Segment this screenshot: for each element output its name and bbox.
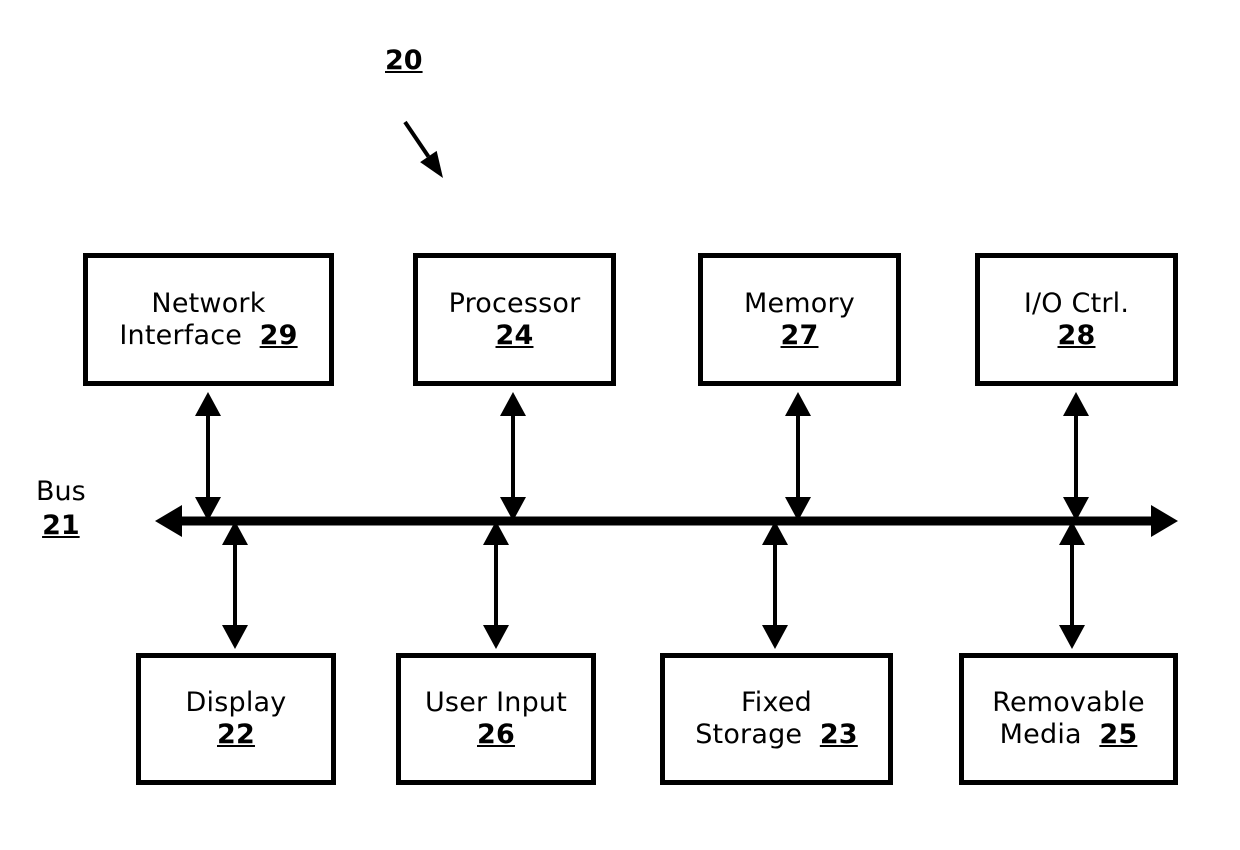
block-ref-display: 22	[217, 719, 255, 750]
block-refline-display: 22	[217, 719, 255, 751]
block-ref-io-ctrl: 28	[1057, 319, 1096, 351]
connector-bus-to-user-input	[483, 521, 509, 649]
block-ref-memory: 27	[780, 319, 819, 351]
block-ref-network-interface: 29	[259, 319, 298, 351]
block-ref-user-input: 26	[477, 719, 515, 750]
block-user-input: User Input 26	[396, 653, 596, 785]
block-label-network-interface: Network	[151, 287, 266, 319]
connector-processor-to-bus	[500, 392, 526, 521]
block-refline-processor: 24	[496, 320, 534, 352]
block-label-display: Display	[185, 687, 287, 719]
block-network-interface: Network Interface 29	[83, 253, 334, 386]
block-label-user-input: User Input	[424, 687, 568, 719]
connector-bus-to-display	[222, 521, 248, 649]
block-display: Display 22	[136, 653, 336, 785]
connector-bus-to-removable-media	[1059, 521, 1085, 649]
block-label-memory: Memory	[743, 287, 855, 319]
block-processor: Processor 24	[413, 253, 616, 386]
block-refline-io-ctrl: 28	[1058, 320, 1096, 352]
block-ref-removable-media: 25	[1099, 719, 1138, 750]
block-label-removable-media: Removable	[992, 687, 1145, 719]
block-label2-network-interface: Interface 29	[119, 319, 298, 351]
block-refline-user-input: 26	[477, 719, 515, 751]
connector-memory-to-bus	[785, 392, 811, 521]
connector-bus-to-fixed-storage	[762, 521, 788, 649]
bus-line	[155, 505, 1178, 537]
block-memory: Memory 27	[698, 253, 901, 386]
block-removable-media: Removable Media 25	[959, 653, 1178, 785]
block-label2-removable-media: Media 25	[999, 719, 1138, 750]
block-label-processor: Processor	[448, 287, 581, 319]
block-fixed-storage: Fixed Storage 23	[660, 653, 893, 785]
patent-block-diagram: 20 Bus 21 Network Interface 29 Processor 24…	[0, 0, 1240, 850]
block-refline-memory: 27	[781, 320, 819, 352]
block-ref-fixed-storage: 23	[819, 719, 858, 750]
block-label-io-ctrl: I/O Ctrl.	[1023, 287, 1130, 319]
connector-io-ctrl-to-bus	[1063, 392, 1089, 521]
connector-network-interface-to-bus	[195, 392, 221, 521]
figure-callout-arrow	[403, 120, 443, 178]
block-ref-processor: 24	[495, 319, 534, 351]
block-label-fixed-storage: Fixed	[741, 687, 812, 719]
block-io-ctrl: I/O Ctrl. 28	[975, 253, 1178, 386]
block-label2-fixed-storage: Storage 23	[695, 719, 858, 750]
